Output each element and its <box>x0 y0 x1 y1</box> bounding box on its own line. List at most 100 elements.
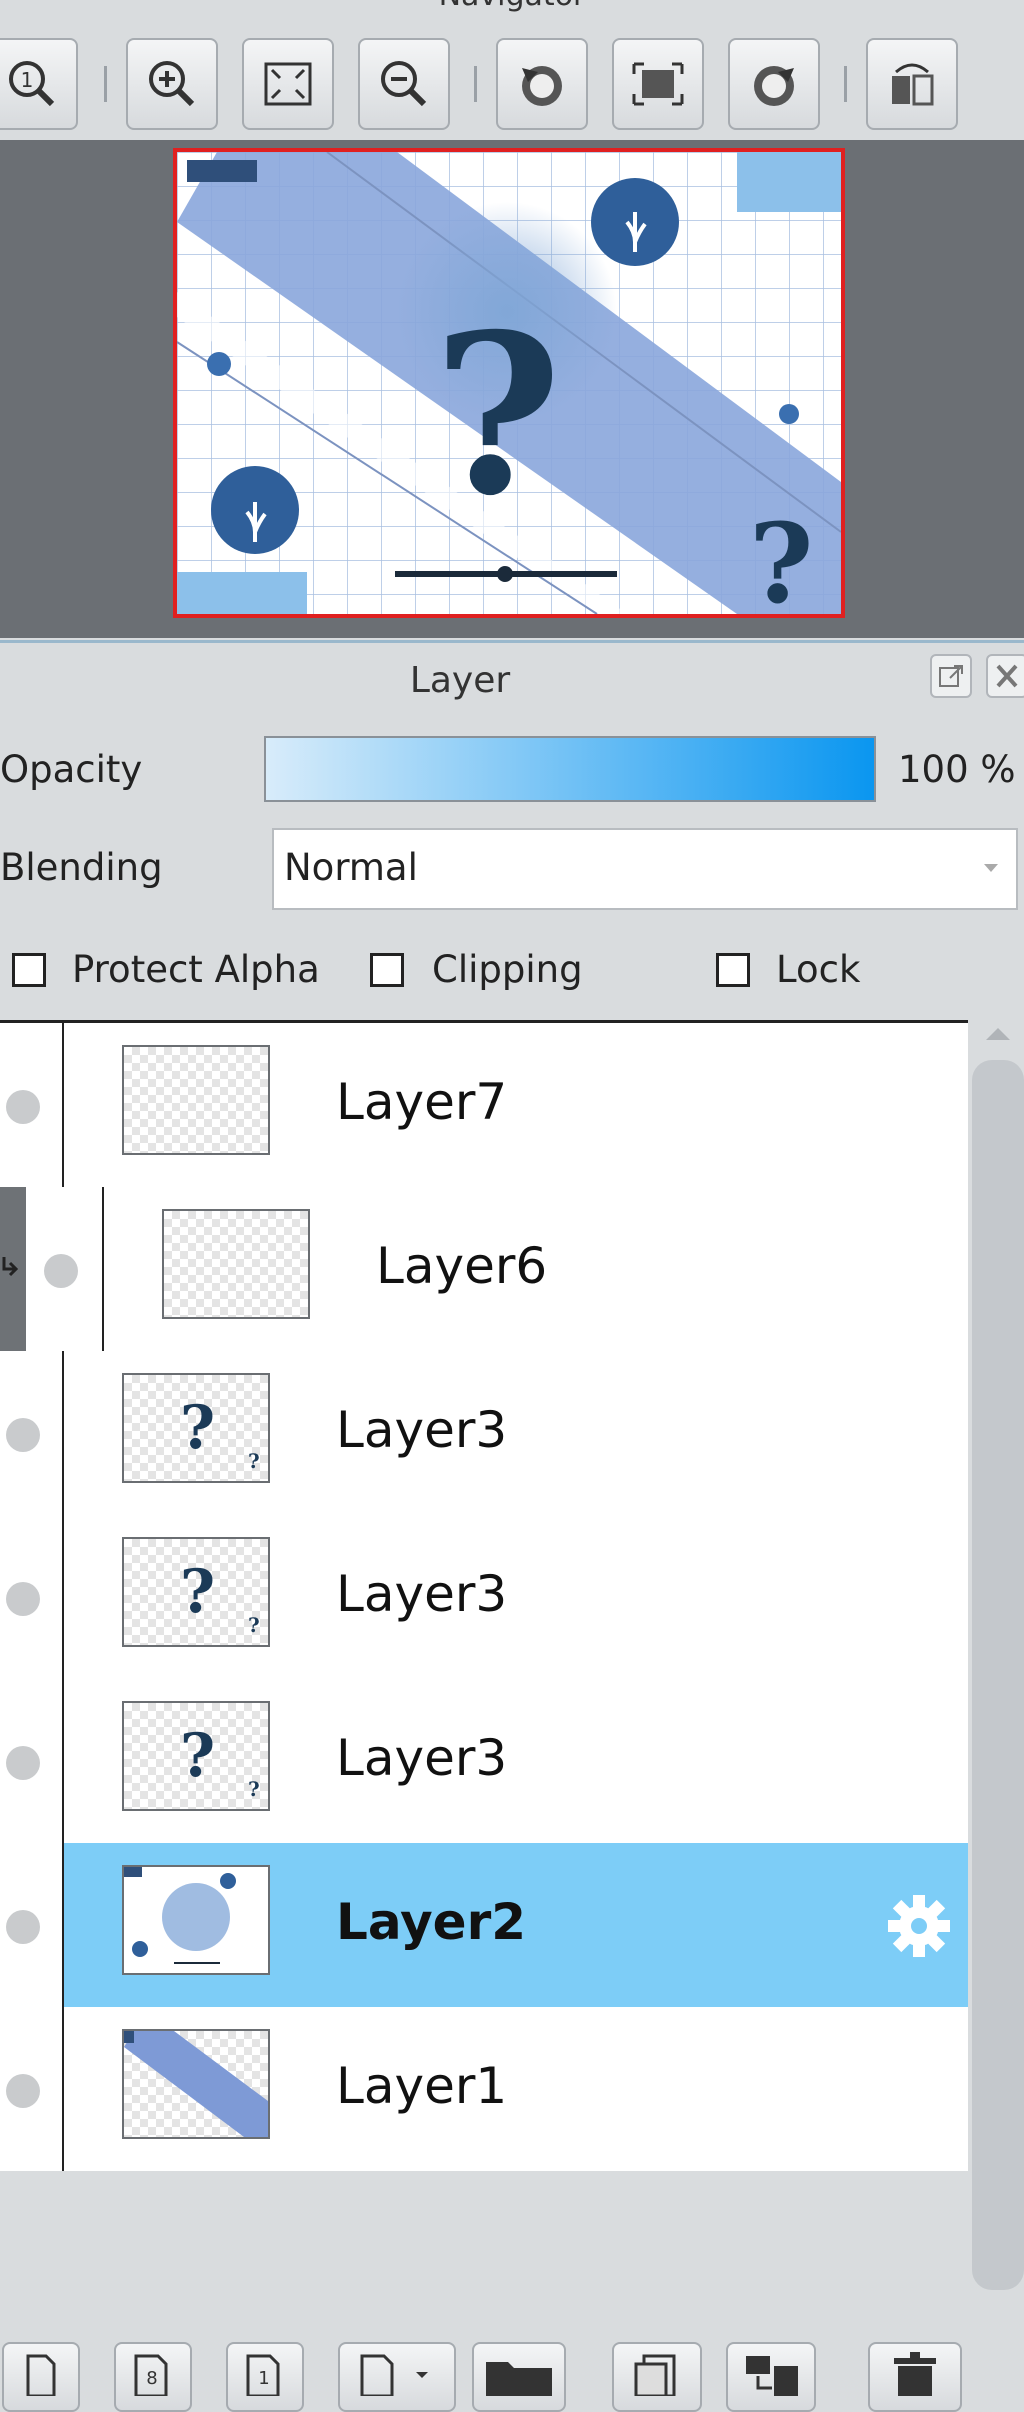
layer-row-body[interactable]: ? ? Layer3 <box>64 1679 968 1843</box>
visibility-toggle[interactable] <box>0 1679 64 1843</box>
blending-select[interactable]: Normal <box>272 828 1018 910</box>
visibility-dot-icon <box>6 1746 40 1780</box>
layer-name: Layer3 <box>336 1729 508 1787</box>
new-1bit-layer-button[interactable]: 1 <box>226 2342 304 2412</box>
layer-thumbnail <box>122 1865 270 1975</box>
visibility-dot-icon <box>6 2074 40 2108</box>
rotate-left-button[interactable] <box>496 38 588 130</box>
new-folder-icon <box>486 2362 552 2396</box>
visibility-toggle[interactable] <box>0 1351 64 1515</box>
new-layer-button[interactable] <box>2 2342 80 2412</box>
layer-row-body[interactable]: ? ? Layer3 <box>64 1351 968 1515</box>
scroll-up-icon[interactable] <box>986 1028 1010 1040</box>
fit-screen-icon <box>264 62 312 106</box>
layer-settings-gear-icon[interactable] <box>882 1889 956 1963</box>
new-8bit-layer-button[interactable]: 8 <box>114 2342 192 2412</box>
zoom-out-icon <box>381 61 427 107</box>
blending-label: Blending <box>0 846 163 889</box>
navigator-title: Navigator <box>0 0 1024 13</box>
new-1bit-layer-icon: 1 <box>246 2354 280 2398</box>
layer-row-body[interactable]: Layer1 <box>64 2007 968 2171</box>
visibility-toggle[interactable] <box>0 1843 64 2007</box>
flip-horizontal-icon <box>892 63 934 106</box>
flip-horizontal-button[interactable] <box>866 38 958 130</box>
delete-layer-button[interactable] <box>868 2342 962 2412</box>
navigator-preview[interactable]: ? ? <box>173 148 845 618</box>
zoom-actual-icon: 1 <box>9 61 55 107</box>
layer-row[interactable]: ? ? Layer3 <box>0 1679 968 1846</box>
visibility-toggle[interactable] <box>26 1187 104 1351</box>
close-icon <box>996 664 1018 688</box>
protect-alpha-checkbox[interactable] <box>12 953 46 987</box>
canvas-preview-image: ? ? <box>177 152 841 614</box>
navigator-toolbar: 1 <box>0 28 1024 140</box>
reset-view-button[interactable] <box>612 38 704 130</box>
zoom-out-button[interactable] <box>358 38 450 130</box>
layers-empty-area <box>0 2171 968 2330</box>
visibility-toggle[interactable] <box>0 2007 64 2171</box>
reset-view-icon <box>632 62 684 106</box>
merge-down-button[interactable] <box>726 2342 816 2412</box>
layer-row-selected[interactable]: Layer2 <box>0 1843 968 2010</box>
duplicate-layer-icon <box>634 2354 676 2398</box>
clipping-label: Clipping <box>432 948 583 991</box>
layer-thumbnail: ? ? <box>122 1373 270 1483</box>
new-layer-menu-button[interactable] <box>338 2342 456 2412</box>
visibility-dot-icon <box>6 1910 40 1944</box>
layer-row-body[interactable]: Layer6 <box>104 1187 968 1351</box>
layer-name: Layer3 <box>336 1565 508 1623</box>
layer-row-body[interactable]: Layer7 <box>64 1023 968 1187</box>
svg-text:?: ? <box>749 499 813 614</box>
layer-name: Layer2 <box>336 1893 527 1951</box>
toolbar-separator <box>104 66 107 102</box>
undock-panel-button[interactable] <box>930 654 972 698</box>
layer-row[interactable]: Layer7 <box>0 1023 968 1190</box>
thumb-small-question-mark: ? <box>248 1613 260 1637</box>
duplicate-layer-button[interactable] <box>612 2342 702 2412</box>
clipping-indicator <box>0 1187 26 1351</box>
thumb-question-mark: ? <box>180 1721 216 1791</box>
layer-row[interactable]: ? ? Layer3 <box>0 1351 968 1518</box>
layer-row-body[interactable]: Layer2 <box>64 1843 968 2007</box>
visibility-dot-icon <box>6 1418 40 1452</box>
layer-row[interactable]: Layer6 <box>0 1187 968 1354</box>
layer-row[interactable]: ? ? Layer3 <box>0 1515 968 1682</box>
layer-panel-title: Layer <box>409 660 511 701</box>
close-panel-button[interactable] <box>986 654 1024 698</box>
layer2-thumbnail-art <box>124 1867 236 1964</box>
chevron-down-icon <box>984 864 998 872</box>
layer-row-body[interactable]: ? ? Layer3 <box>64 1515 968 1679</box>
clipping-checkbox[interactable] <box>370 953 404 987</box>
new-layer-menu-icon <box>360 2354 428 2398</box>
opacity-label: Opacity <box>0 748 143 791</box>
blending-value: Normal <box>284 846 418 889</box>
new-8bit-layer-icon: 8 <box>134 2354 168 2398</box>
visibility-toggle[interactable] <box>0 1515 64 1679</box>
layer-name: Layer3 <box>336 1401 508 1459</box>
layer-thumbnail <box>162 1209 310 1319</box>
visibility-toggle[interactable] <box>0 1023 64 1187</box>
rotate-right-button[interactable] <box>728 38 820 130</box>
lock-checkbox[interactable] <box>716 953 750 987</box>
fit-screen-button[interactable] <box>242 38 334 130</box>
scrollbar-thumb[interactable] <box>972 1060 1024 2290</box>
visibility-dot-icon <box>6 1582 40 1616</box>
toolbar-separator <box>844 66 847 102</box>
svg-text:8: 8 <box>146 2368 157 2389</box>
undock-icon <box>939 665 963 687</box>
svg-text:1: 1 <box>21 68 34 92</box>
layer-name: Layer1 <box>336 2057 508 2115</box>
zoom-in-button[interactable] <box>126 38 218 130</box>
opacity-slider[interactable] <box>264 736 876 802</box>
layer-row[interactable]: Layer1 <box>0 2007 968 2174</box>
layer-thumbnail <box>122 2029 270 2139</box>
thumb-small-question-mark: ? <box>248 1777 260 1801</box>
layer-thumbnail: ? ? <box>122 1537 270 1647</box>
zoom-actual-button[interactable]: 1 <box>0 38 78 130</box>
delete-layer-icon <box>894 2352 936 2396</box>
new-folder-button[interactable] <box>472 2342 566 2412</box>
rotate-left-icon <box>522 66 562 106</box>
svg-text:?: ? <box>433 285 562 544</box>
layer-name: Layer7 <box>336 1073 508 1131</box>
new-layer-icon <box>26 2354 56 2398</box>
